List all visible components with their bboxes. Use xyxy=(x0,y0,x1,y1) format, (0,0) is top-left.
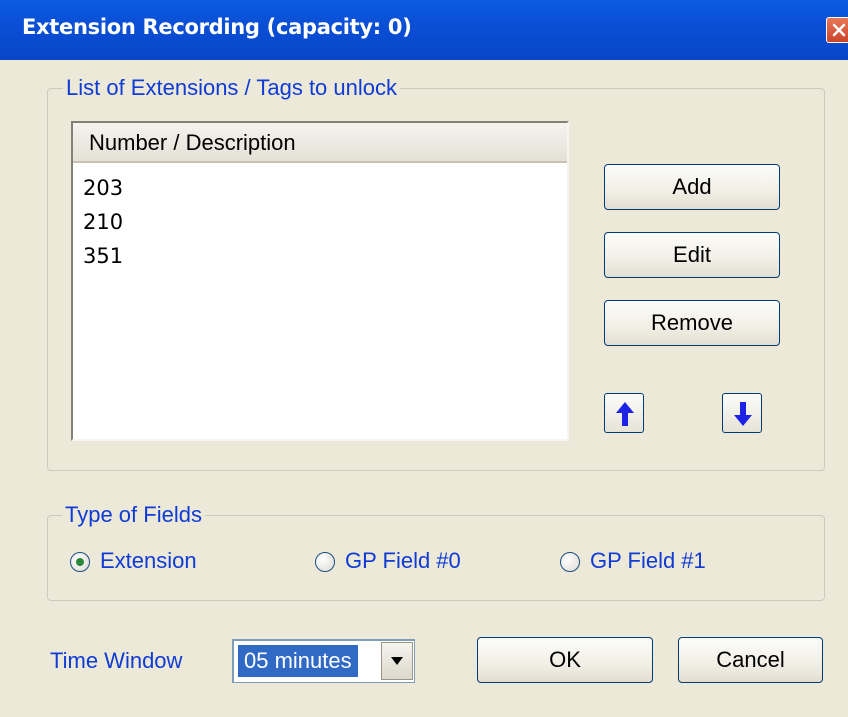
time-window-label: Time Window xyxy=(50,648,183,673)
radio-selected-dot xyxy=(76,558,84,566)
list-item[interactable]: 351 xyxy=(83,239,123,273)
window-title: Extension Recording (capacity: 0) xyxy=(22,15,412,39)
add-button[interactable]: Add xyxy=(604,164,780,210)
list-item[interactable]: 203 xyxy=(83,171,123,205)
time-window-select[interactable]: 05 minutes xyxy=(232,639,415,683)
add-button-label: Add xyxy=(672,174,712,199)
extensions-group-title: List of Extensions / Tags to unlock xyxy=(63,75,400,101)
radio-button[interactable] xyxy=(315,552,335,572)
edit-button[interactable]: Edit xyxy=(604,232,780,278)
fields-group-title: Type of Fields xyxy=(62,502,205,528)
arrow-down-icon xyxy=(734,402,752,426)
ok-button-label: OK xyxy=(549,647,581,672)
extension-recording-dialog: Extension Recording (capacity: 0) List o… xyxy=(0,0,848,717)
time-window-value: 05 minutes xyxy=(237,644,359,678)
edit-button-label: Edit xyxy=(673,242,711,267)
title-bar[interactable]: Extension Recording (capacity: 0) xyxy=(0,0,848,60)
radio-label: Extension xyxy=(100,548,197,573)
ok-button[interactable]: OK xyxy=(477,637,653,683)
close-icon xyxy=(832,23,846,37)
list-column-header[interactable]: Number / Description xyxy=(73,123,567,163)
close-button[interactable] xyxy=(826,17,848,43)
radio-label: GP Field #0 xyxy=(345,548,461,573)
column-header-label: Number / Description xyxy=(89,130,296,155)
dropdown-button[interactable] xyxy=(381,642,413,680)
cancel-button[interactable]: Cancel xyxy=(678,637,823,683)
chevron-down-icon xyxy=(391,657,403,665)
remove-button-label: Remove xyxy=(651,310,733,335)
list-item[interactable]: 210 xyxy=(83,205,123,239)
extensions-list[interactable]: Number / Description 203 210 351 xyxy=(71,121,569,441)
cancel-button-label: Cancel xyxy=(716,647,785,672)
radio-button[interactable] xyxy=(560,552,580,572)
radio-button[interactable] xyxy=(70,552,90,572)
remove-button[interactable]: Remove xyxy=(604,300,780,346)
arrow-up-icon xyxy=(616,402,634,426)
move-up-button[interactable] xyxy=(604,393,644,433)
move-down-button[interactable] xyxy=(722,393,762,433)
radio-label: GP Field #1 xyxy=(590,548,706,573)
